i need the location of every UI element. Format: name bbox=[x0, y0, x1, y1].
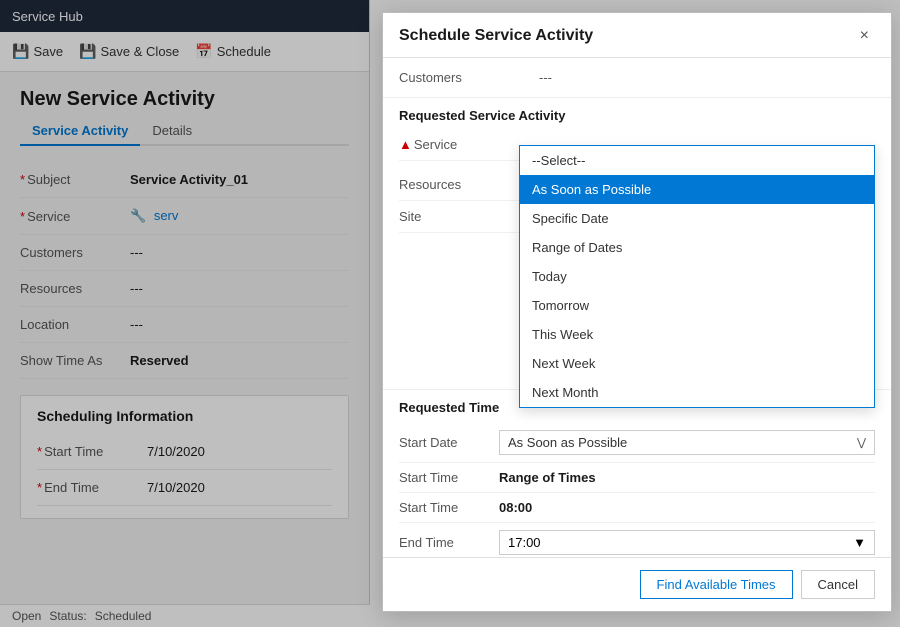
dropdown-item-today[interactable]: Today bbox=[520, 262, 874, 291]
dropdown-item-asap[interactable]: As Soon as Possible bbox=[520, 175, 874, 204]
dialog-customers-row: Customers --- bbox=[383, 58, 891, 98]
rt-section: Requested Time Start Date As Soon as Pos… bbox=[383, 390, 891, 557]
dropdown-item-next-month[interactable]: Next Month bbox=[520, 378, 874, 407]
dialog-customers-label: Customers bbox=[399, 70, 539, 85]
rt-range-of-times-value: Range of Times bbox=[499, 470, 596, 485]
dropdown-item-select[interactable]: --Select-- bbox=[520, 146, 874, 175]
rt-start-date-select[interactable]: As Soon as Possible ⋁ bbox=[499, 430, 875, 455]
find-available-times-button[interactable]: Find Available Times bbox=[640, 570, 793, 599]
dropdown-item-this-week[interactable]: This Week bbox=[520, 320, 874, 349]
rt-start-time-section-row: Start Time Range of Times bbox=[399, 463, 875, 493]
rt-end-time-value: 17:00 bbox=[508, 535, 541, 550]
schedule-dialog: Schedule Service Activity × Customers --… bbox=[382, 12, 892, 612]
rsa-service-row: ▲Service --Select-- As Soon as Possible … bbox=[399, 129, 875, 161]
rsa-dropdown-list[interactable]: --Select-- As Soon as Possible Specific … bbox=[519, 145, 875, 408]
dialog-title: Schedule Service Activity bbox=[399, 27, 593, 45]
rsa-resources-label: Resources bbox=[399, 177, 519, 192]
rt-end-time-select[interactable]: 17:00 ▼ bbox=[499, 530, 875, 555]
chevron-down-icon: ▼ bbox=[853, 535, 866, 550]
rsa-service-label: ▲Service bbox=[399, 137, 519, 152]
rsa-section: Requested Service Activity ▲Service --Se… bbox=[383, 98, 891, 390]
rt-start-time-value: 08:00 bbox=[499, 500, 532, 515]
chevron-down-icon: ⋁ bbox=[857, 436, 866, 449]
rsa-fields: ▲Service --Select-- As Soon as Possible … bbox=[399, 129, 875, 389]
dropdown-item-next-week[interactable]: Next Week bbox=[520, 349, 874, 378]
dropdown-item-range[interactable]: Range of Dates bbox=[520, 233, 874, 262]
rt-end-time-label: End Time bbox=[399, 535, 499, 550]
cancel-button[interactable]: Cancel bbox=[801, 570, 875, 599]
dialog-body: Customers --- Requested Service Activity… bbox=[383, 58, 891, 557]
dropdown-item-specific[interactable]: Specific Date bbox=[520, 204, 874, 233]
rt-end-time-row: End Time 17:00 ▼ bbox=[399, 523, 875, 557]
rt-start-date-value: As Soon as Possible bbox=[508, 435, 627, 450]
rt-start-time-row: Start Time 08:00 bbox=[399, 493, 875, 523]
dropdown-item-tomorrow[interactable]: Tomorrow bbox=[520, 291, 874, 320]
dialog-footer: Find Available Times Cancel bbox=[383, 557, 891, 611]
rt-start-time-label: Start Time bbox=[399, 500, 499, 515]
rt-start-date-label: Start Date bbox=[399, 435, 499, 450]
dialog-close-button[interactable]: × bbox=[854, 25, 875, 47]
rt-start-date-row: Start Date As Soon as Possible ⋁ bbox=[399, 423, 875, 463]
dialog-customers-value: --- bbox=[539, 70, 875, 85]
rsa-site-label: Site bbox=[399, 209, 519, 224]
rsa-title: Requested Service Activity bbox=[399, 108, 875, 123]
rt-start-time-section-label: Start Time bbox=[399, 470, 499, 485]
dialog-header: Schedule Service Activity × bbox=[383, 13, 891, 58]
